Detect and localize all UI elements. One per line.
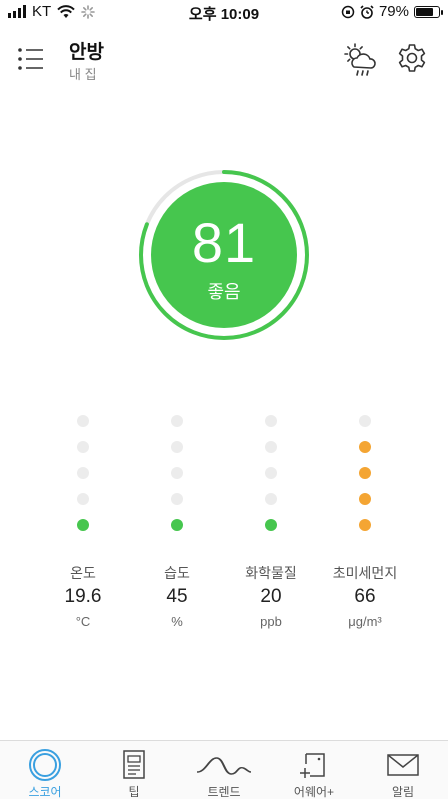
tab-label: 어웨어+ <box>293 785 335 799</box>
level-dot <box>171 493 183 505</box>
level-dot <box>359 493 371 505</box>
alarm-icon <box>360 4 374 19</box>
status-bar: KT 오후 10:09 79% <box>0 0 448 24</box>
score-ring-icon <box>29 749 61 781</box>
level-dot <box>359 519 371 531</box>
metric-unit: ppb <box>260 614 282 629</box>
metric-label: 화학물질 <box>245 565 297 581</box>
level-dot <box>77 493 89 505</box>
tab-label: 알림 <box>391 785 415 799</box>
orientation-lock-icon <box>341 5 355 18</box>
score-value: 81 <box>191 211 257 274</box>
level-dots <box>221 415 321 539</box>
level-dot <box>265 441 277 453</box>
metric-unit: μg/m³ <box>348 614 382 629</box>
level-dot <box>77 467 89 479</box>
level-dot <box>77 415 89 427</box>
level-dot <box>77 519 89 531</box>
tab-trend[interactable]: 트렌드 <box>179 741 269 799</box>
level-dot <box>77 441 89 453</box>
metric-value: 20 <box>260 586 282 607</box>
metric-humidity[interactable]: 습도 45 % <box>127 415 227 629</box>
menu-list-icon[interactable] <box>16 44 46 74</box>
level-dots <box>127 415 227 539</box>
metric-label: 습도 <box>164 565 190 581</box>
home-name: 내 집 <box>69 67 97 82</box>
tab-notifications[interactable]: 알림 <box>358 741 448 799</box>
battery-icon <box>414 5 443 18</box>
document-icon <box>123 750 145 779</box>
level-dot <box>359 415 371 427</box>
partly-cloudy-rain-icon[interactable] <box>342 42 378 78</box>
score-status: 좋음 <box>207 282 241 302</box>
room-title[interactable]: 안방 <box>69 37 104 64</box>
metric-pm25[interactable]: 초미세먼지 66 μg/m³ <box>315 415 415 629</box>
metric-unit: % <box>171 614 183 629</box>
metric-label: 온도 <box>70 565 96 581</box>
metric-value: 66 <box>354 586 376 607</box>
tab-label: 팁 <box>128 785 140 799</box>
mail-icon <box>387 754 419 776</box>
level-dot <box>265 493 277 505</box>
level-dot <box>171 441 183 453</box>
add-device-icon <box>300 753 325 778</box>
level-dot <box>359 441 371 453</box>
tab-label: 트렌드 <box>207 785 241 799</box>
level-dot <box>265 519 277 531</box>
level-dot <box>359 467 371 479</box>
metric-label: 초미세먼지 <box>332 565 398 581</box>
tab-tips[interactable]: 팁 <box>89 741 179 799</box>
level-dots <box>33 415 133 539</box>
metric-temperature[interactable]: 온도 19.6 °C <box>33 415 133 629</box>
level-dot <box>265 467 277 479</box>
metric-value: 19.6 <box>64 586 102 607</box>
status-right: 79% <box>341 3 443 20</box>
score-gauge[interactable]: 81 좋음 <box>137 168 311 342</box>
tab-score[interactable]: 스코어 <box>0 741 90 799</box>
level-dot <box>171 467 183 479</box>
level-dot <box>171 519 183 531</box>
level-dot <box>171 415 183 427</box>
tab-label: 스코어 <box>28 785 62 799</box>
metric-unit: °C <box>75 614 91 629</box>
battery-percent: 79% <box>378 3 409 20</box>
tab-bar: 스코어 팁 트렌드 어웨어+ 알림 <box>0 740 448 799</box>
tab-awair-plus[interactable]: 어웨어+ <box>269 741 359 799</box>
metric-value: 45 <box>166 586 188 607</box>
trend-wave-icon <box>197 757 251 775</box>
level-dot <box>265 415 277 427</box>
metric-chemicals[interactable]: 화학물질 20 ppb <box>221 415 321 629</box>
level-dots <box>315 415 415 539</box>
gear-icon[interactable] <box>396 42 428 74</box>
